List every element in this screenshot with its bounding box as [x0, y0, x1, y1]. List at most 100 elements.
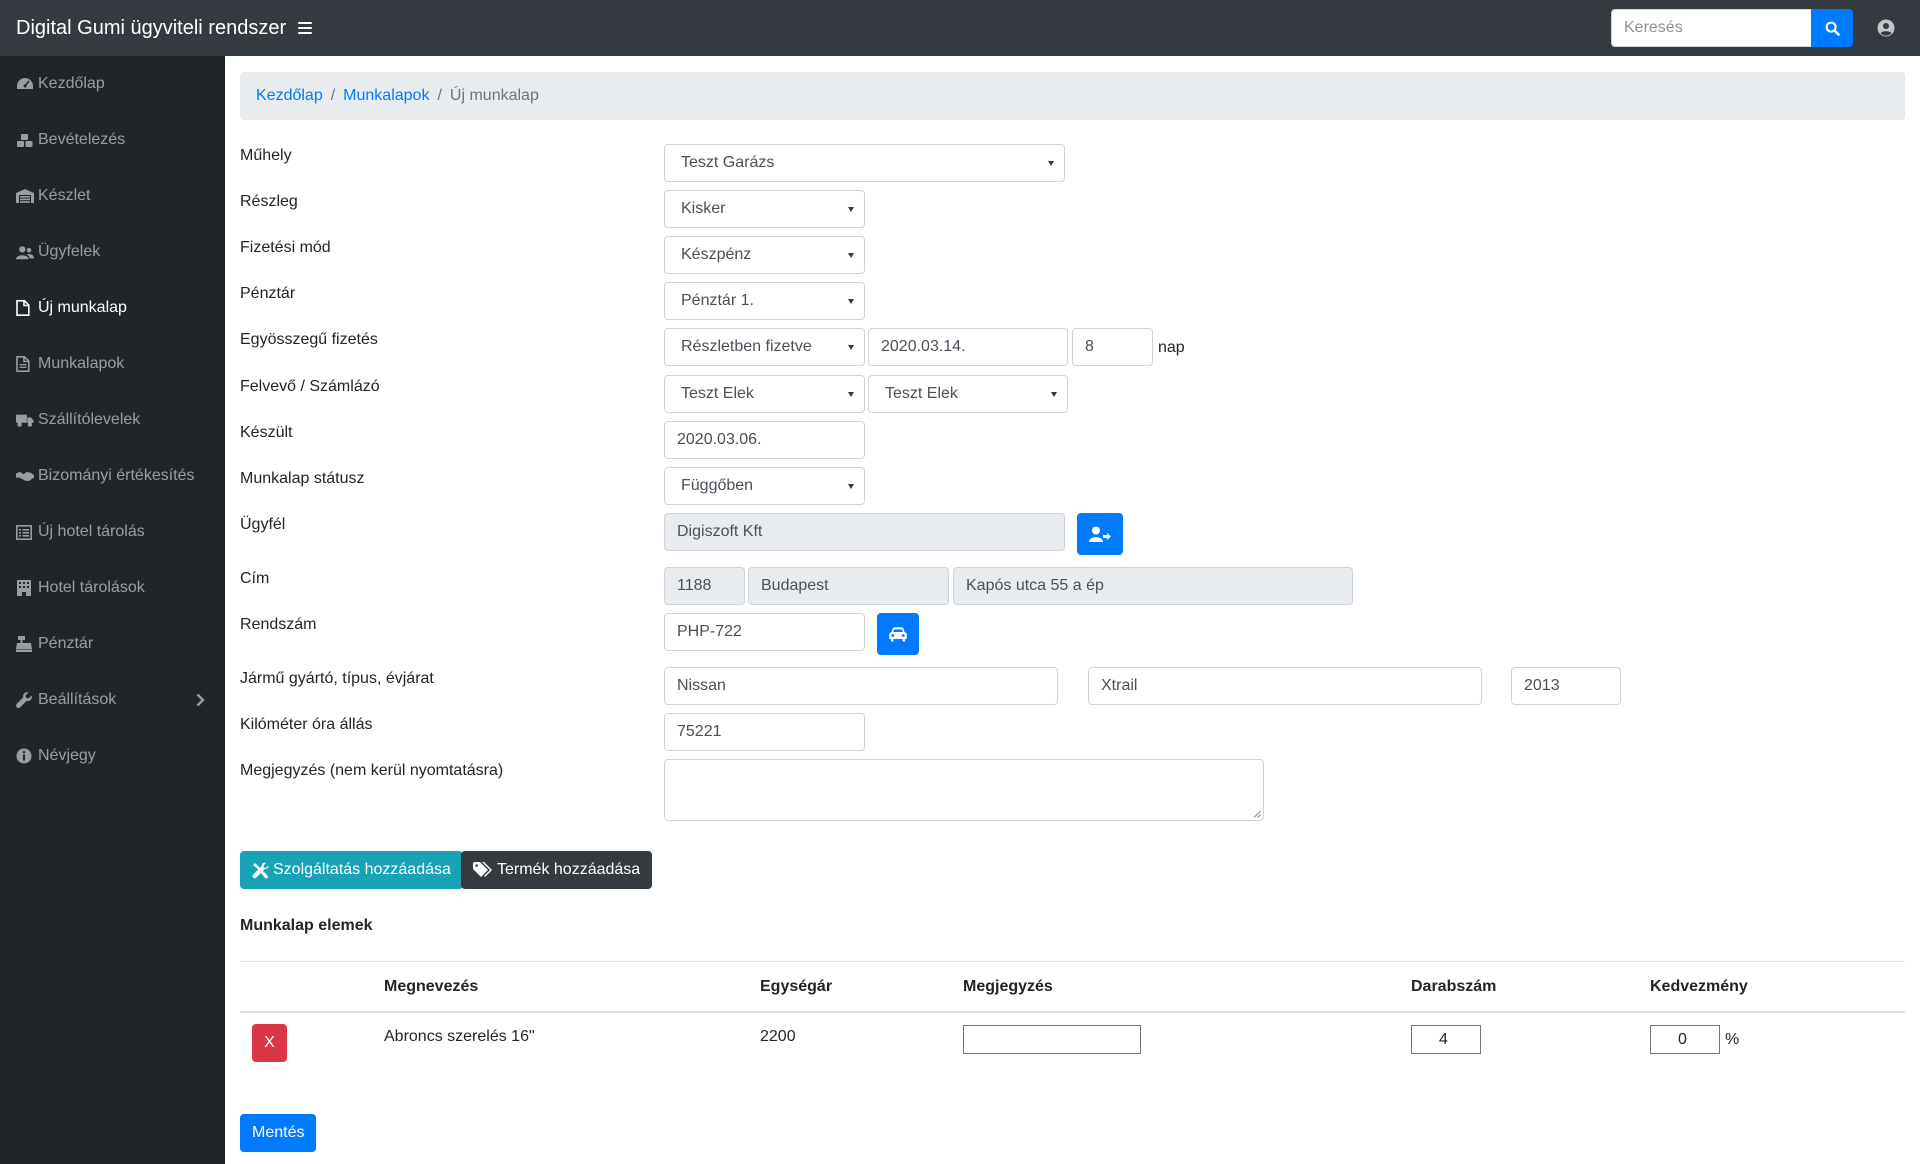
days-input[interactable]: 8 — [1072, 328, 1153, 366]
breadcrumb-separator: / — [437, 87, 442, 104]
search-button[interactable] — [1811, 9, 1853, 47]
fizetesi-mod-select[interactable]: Készpénz — [664, 236, 865, 274]
top-navbar: Digital Gumi ügyviteli rendszer — [0, 0, 1920, 56]
cash-register-icon — [16, 636, 34, 652]
select-arrow-icon — [1048, 161, 1054, 166]
ugyfel-value: Digiszoft Kft — [677, 523, 763, 540]
statusz-label: Munkalap státusz — [240, 470, 365, 487]
fizetesi-mod-select-value: Készpénz — [681, 246, 752, 263]
select-customer-button[interactable] — [1077, 513, 1123, 555]
items-section-title: Munkalap elemek — [240, 917, 373, 934]
add-service-button[interactable]: Szolgáltatás hozzáadása — [240, 851, 463, 889]
sidebar-item-kezdolap[interactable]: Kezdőlap — [0, 56, 225, 112]
zip-value: 1188 — [677, 577, 712, 594]
felvevo-select[interactable]: Teszt Elek — [664, 375, 865, 413]
statusz-select[interactable]: Függőben — [664, 467, 865, 505]
sidebar-item-nevjegy[interactable]: Névjegy — [0, 728, 225, 784]
muhely-select-value: Teszt Garázs — [681, 154, 775, 171]
reszleg-select[interactable]: Kisker — [664, 190, 865, 228]
sidebar-item-bizomanyi[interactable]: Bizományi értékesítés — [0, 448, 225, 504]
reszleg-select-value: Kisker — [681, 200, 726, 217]
sidebar-item-penztar[interactable]: Pénztár — [0, 616, 225, 672]
users-icon — [16, 244, 34, 260]
select-arrow-icon — [848, 484, 854, 489]
sidebar-item-munkalapok[interactable]: Munkalapok — [0, 336, 225, 392]
felvevo-select-value: Teszt Elek — [681, 385, 754, 402]
info-icon — [16, 748, 34, 764]
zip-input[interactable]: 1188 — [664, 567, 745, 605]
reszleg-label: Részleg — [240, 193, 298, 210]
rendszam-label: Rendszám — [240, 616, 317, 633]
sidebar-item-beallitasok[interactable]: Beállítások — [0, 672, 225, 728]
sidebar-item-ugyfelek[interactable]: Ügyfelek — [0, 224, 225, 280]
search-input[interactable] — [1611, 9, 1811, 47]
remove-item-button[interactable]: X — [252, 1024, 287, 1062]
handshake-icon — [16, 468, 34, 484]
keszult-value: 2020.03.06. — [677, 431, 762, 448]
vehicle-make-value: Nissan — [677, 677, 726, 694]
sidebar-item-hotel-tarolasok[interactable]: Hotel tárolások — [0, 560, 225, 616]
vehicle-model-input[interactable]: Xtrail — [1088, 667, 1482, 705]
user-arrow-icon — [1089, 526, 1111, 542]
keszult-input[interactable]: 2020.03.06. — [664, 421, 865, 459]
muhely-select[interactable]: Teszt Garázs — [664, 144, 1065, 182]
sidebar: Kezdőlap Bevételezés Készlet Ügyfelek Új… — [0, 56, 225, 1164]
km-label: Kilóméter óra állás — [240, 716, 373, 733]
egyosszegu-select-value: Részletben fizetve — [681, 338, 812, 355]
item-quantity-value: 4 — [1439, 1030, 1448, 1048]
table-top-border — [240, 961, 1905, 962]
cim-label: Cím — [240, 570, 270, 587]
truck-icon — [16, 412, 34, 428]
item-discount-value: 0 — [1678, 1030, 1687, 1048]
km-value: 75221 — [677, 723, 722, 740]
sidebar-item-label: Kezdőlap — [38, 75, 105, 92]
street-input[interactable]: Kapós utca 55 a ép — [953, 567, 1353, 605]
item-note-input[interactable] — [963, 1025, 1141, 1054]
egyosszegu-select[interactable]: Részletben fizetve — [664, 328, 865, 366]
breadcrumb-home-link[interactable]: Kezdőlap — [256, 87, 323, 105]
col-header-egysegar: Egységár — [760, 978, 833, 995]
app-title[interactable]: Digital Gumi ügyviteli rendszer — [0, 17, 286, 40]
breadcrumb-worksheets-link[interactable]: Munkalapok — [343, 87, 429, 105]
ugyfel-input[interactable]: Digiszoft Kft — [664, 513, 1065, 551]
vehicle-year-input[interactable]: 2013 — [1511, 667, 1621, 705]
vehicle-make-input[interactable]: Nissan — [664, 667, 1058, 705]
resize-grip-icon[interactable] — [1253, 810, 1261, 818]
chevron-right-icon — [196, 693, 205, 707]
wrench-icon — [16, 692, 34, 708]
sidebar-item-label: Ügyfelek — [38, 243, 101, 260]
sidebar-item-bevetelezes[interactable]: Bevételezés — [0, 112, 225, 168]
file-text-icon — [16, 356, 34, 372]
rendszam-input[interactable]: PHP-722 — [664, 613, 865, 651]
statusz-select-value: Függőben — [681, 477, 754, 494]
hamburger-menu-icon[interactable] — [298, 22, 313, 34]
sidebar-item-label: Szállítólevelek — [38, 411, 141, 428]
vehicle-model-value: Xtrail — [1101, 677, 1138, 694]
user-circle-icon[interactable] — [1877, 19, 1895, 37]
sidebar-item-uj-munkalap[interactable]: Új munkalap — [0, 280, 225, 336]
sidebar-item-label: Pénztár — [38, 635, 94, 652]
sidebar-item-keszlet[interactable]: Készlet — [0, 168, 225, 224]
sidebar-item-szallitolevelek[interactable]: Szállítólevelek — [0, 392, 225, 448]
penztar-select[interactable]: Pénztár 1. — [664, 282, 865, 320]
sidebar-item-label: Készlet — [38, 187, 91, 204]
megjegyzes-textarea[interactable] — [664, 759, 1264, 821]
due-date-input[interactable]: 2020.03.14. — [868, 328, 1068, 366]
item-quantity-input[interactable]: 4 — [1411, 1025, 1481, 1054]
km-input[interactable]: 75221 — [664, 713, 865, 751]
save-button[interactable]: Mentés — [240, 1114, 317, 1152]
item-unit-price: 2200 — [760, 1028, 796, 1045]
tools-icon — [252, 862, 269, 879]
szamlazo-select[interactable]: Teszt Elek — [868, 375, 1068, 413]
breadcrumb-separator: / — [330, 87, 336, 104]
city-input[interactable]: Budapest — [748, 567, 949, 605]
building-icon — [16, 580, 34, 596]
vehicle-lookup-button[interactable] — [877, 613, 919, 655]
item-discount-input[interactable]: 0 — [1650, 1025, 1720, 1054]
szamlazo-select-value: Teszt Elek — [885, 385, 958, 402]
breadcrumb-current: Új munkalap — [449, 87, 539, 104]
add-product-button[interactable]: Termék hozzáadása — [461, 851, 653, 889]
sidebar-item-uj-hotel-tarolas[interactable]: Új hotel tárolás — [0, 504, 225, 560]
muhely-label: Műhely — [240, 147, 292, 164]
tags-icon — [473, 862, 492, 877]
